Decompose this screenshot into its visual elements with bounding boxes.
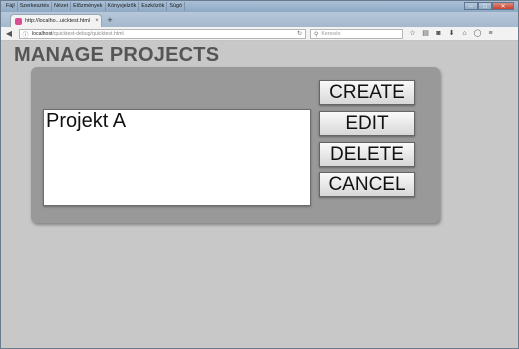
- menu-help[interactable]: Súgó: [167, 2, 185, 11]
- hamburger-menu-icon[interactable]: ≡: [485, 29, 496, 39]
- menu-bookmarks[interactable]: Könyvjelzők: [106, 2, 140, 11]
- menu-edit[interactable]: Szerkesztés: [18, 2, 53, 11]
- cancel-button[interactable]: CANCEL: [319, 172, 415, 197]
- new-tab-button[interactable]: +: [105, 15, 115, 25]
- reload-icon[interactable]: ↻: [297, 30, 302, 39]
- delete-button[interactable]: DELETE: [319, 142, 415, 167]
- title-bar: Fájl Szerkesztés Nézet Előzmények Könyvj…: [1, 1, 518, 12]
- menu-history[interactable]: Előzmények: [71, 2, 106, 11]
- search-icon: ⚲: [314, 31, 319, 38]
- tab-close-icon[interactable]: ×: [93, 18, 101, 24]
- search-placeholder: Keresés: [321, 31, 341, 37]
- url-path: /quicktest-debug/quicktest.html: [52, 31, 124, 37]
- url-text: localhost/quicktest-debug/quicktest.html: [32, 31, 124, 37]
- url-host: localhost: [32, 31, 53, 37]
- minimize-icon[interactable]: –: [464, 2, 478, 10]
- bookmark-star-icon[interactable]: ☆: [407, 29, 418, 39]
- back-arrow-icon[interactable]: ◀: [4, 29, 14, 39]
- edit-button[interactable]: EDIT: [319, 111, 415, 136]
- projects-listbox[interactable]: Projekt A: [43, 109, 311, 206]
- favicon-icon: [15, 17, 22, 25]
- create-button[interactable]: CREATE: [319, 80, 415, 105]
- menu-bar: Fájl Szerkesztés Nézet Előzmények Könyvj…: [4, 2, 185, 11]
- home-icon[interactable]: ⌂: [459, 29, 470, 39]
- page-viewport: MANAGE PROJECTS Projekt A CREATE EDIT DE…: [2, 42, 517, 347]
- maximize-icon[interactable]: □: [478, 2, 492, 10]
- chat-icon[interactable]: ◯: [472, 29, 483, 39]
- search-bar[interactable]: ⚲ Keresés: [310, 29, 403, 39]
- close-window-icon[interactable]: ✕: [492, 2, 514, 10]
- tab-title: http://localho...uicktest.html: [25, 18, 91, 24]
- page-title: MANAGE PROJECTS: [14, 44, 220, 66]
- window-controls: – □ ✕: [464, 2, 514, 10]
- page-info-icon[interactable]: ⓘ: [22, 30, 29, 39]
- menu-tools[interactable]: Eszközök: [139, 2, 168, 11]
- browser-window: Fájl Szerkesztés Nézet Előzmények Könyvj…: [0, 0, 519, 349]
- navigation-bar: ◀ ⓘ localhost/quicktest-debug/quicktest.…: [1, 27, 518, 41]
- list-item[interactable]: Projekt A: [44, 110, 310, 132]
- projects-panel: Projekt A CREATE EDIT DELETE CANCEL: [31, 67, 440, 223]
- pocket-icon[interactable]: ◙: [433, 29, 444, 39]
- tab-bar: http://localho...uicktest.html × +: [1, 12, 518, 27]
- menu-file[interactable]: Fájl: [4, 2, 18, 11]
- download-icon[interactable]: ⬇: [446, 29, 457, 39]
- browser-tab[interactable]: http://localho...uicktest.html ×: [10, 14, 102, 27]
- reading-list-icon[interactable]: ▤: [420, 29, 431, 39]
- toolbar-icons: ☆ ▤ ◙ ⬇ ⌂ ◯ ≡: [407, 29, 496, 39]
- menu-view[interactable]: Nézet: [52, 2, 72, 11]
- url-bar[interactable]: ⓘ localhost/quicktest-debug/quicktest.ht…: [19, 29, 306, 39]
